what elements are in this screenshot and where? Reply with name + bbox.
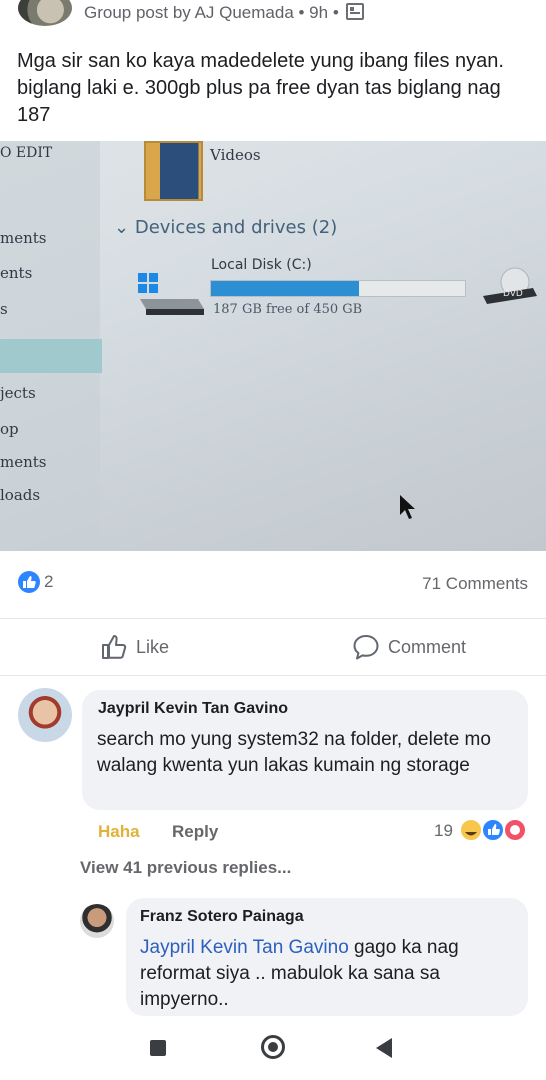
- dvd-label: DVD: [503, 289, 523, 299]
- thumbs-up-icon: [102, 635, 127, 659]
- devices-heading: ⌄ Devices and drives (2): [114, 217, 337, 238]
- nav-label: ments: [0, 453, 47, 471]
- back-icon[interactable]: [376, 1038, 392, 1058]
- comment-text: search mo yung system32 na folder, delet…: [97, 729, 491, 776]
- mention-link[interactable]: Jaypril Kevin Tan Gavino: [140, 937, 349, 958]
- haha-emoji-icon: [459, 818, 483, 842]
- post-photo[interactable]: O EDIT ments ents s jects op ments loads…: [0, 141, 546, 551]
- group-avatar[interactable]: [18, 0, 72, 26]
- local-disk-icon: [138, 273, 204, 315]
- nav-label: op: [0, 420, 19, 438]
- nav-label: ments: [0, 229, 47, 247]
- mouse-cursor-icon: [400, 495, 415, 519]
- comments-count-link[interactable]: 71 Comments: [422, 574, 528, 594]
- nav-label: loads: [0, 486, 41, 504]
- post-meta: Group post by AJ Quemada • 9h •: [84, 3, 364, 23]
- videos-folder-icon: [144, 141, 203, 201]
- comment-button[interactable]: Comment: [352, 633, 466, 661]
- nav-label: jects: [0, 384, 36, 402]
- view-previous-replies-link[interactable]: View 41 previous replies...: [80, 858, 291, 878]
- post-meta-text: Group post by AJ Quemada • 9h •: [84, 3, 339, 22]
- recent-apps-icon[interactable]: [150, 1040, 166, 1056]
- haha-reaction-button[interactable]: Haha: [98, 822, 140, 842]
- edit-label: O EDIT: [0, 145, 53, 161]
- action-bar: Like Comment: [0, 618, 546, 676]
- commenter-name[interactable]: Jaypril Kevin Tan Gavino: [98, 700, 288, 718]
- chevron-down-icon: ⌄: [114, 217, 130, 238]
- disk-usage-bar: [210, 280, 466, 297]
- devices-heading-text: Devices and drives (2): [134, 217, 338, 238]
- system-nav-bar: [0, 1018, 546, 1080]
- like-reaction-icon[interactable]: [18, 571, 40, 593]
- comment-text: Jaypril Kevin Tan Gavino gago ka nag ref…: [140, 935, 520, 1013]
- videos-label: Videos: [210, 146, 261, 164]
- nav-label: ents: [0, 264, 33, 282]
- home-icon[interactable]: [261, 1035, 285, 1059]
- comment-bubble-icon: [353, 635, 379, 660]
- like-button-label: Like: [136, 636, 170, 657]
- comment-reaction-count[interactable]: 19: [434, 821, 453, 841]
- disk-usage-fill: [211, 281, 360, 296]
- comment-reaction-icons[interactable]: [458, 817, 530, 843]
- avatar[interactable]: [18, 688, 72, 742]
- local-disk-name: Local Disk (C:): [211, 257, 312, 273]
- disk-free-text: 187 GB free of 450 GB: [213, 302, 363, 317]
- group-icon: [345, 3, 364, 20]
- reply-button[interactable]: Reply: [172, 822, 218, 842]
- reaction-count[interactable]: 2: [44, 572, 53, 592]
- post-text: Mga sir san ko kaya madedelete yung iban…: [17, 50, 504, 126]
- nav-label: s: [0, 300, 8, 318]
- explorer-selected-item: [0, 339, 102, 373]
- commenter-name[interactable]: Franz Sotero Painaga: [140, 908, 304, 926]
- post-header: Group post by AJ Quemada • 9h •: [0, 0, 546, 30]
- like-button[interactable]: Like: [100, 633, 169, 661]
- dvd-drive-icon: DVD: [483, 267, 537, 304]
- comment-button-label: Comment: [388, 636, 467, 657]
- avatar[interactable]: [80, 904, 114, 938]
